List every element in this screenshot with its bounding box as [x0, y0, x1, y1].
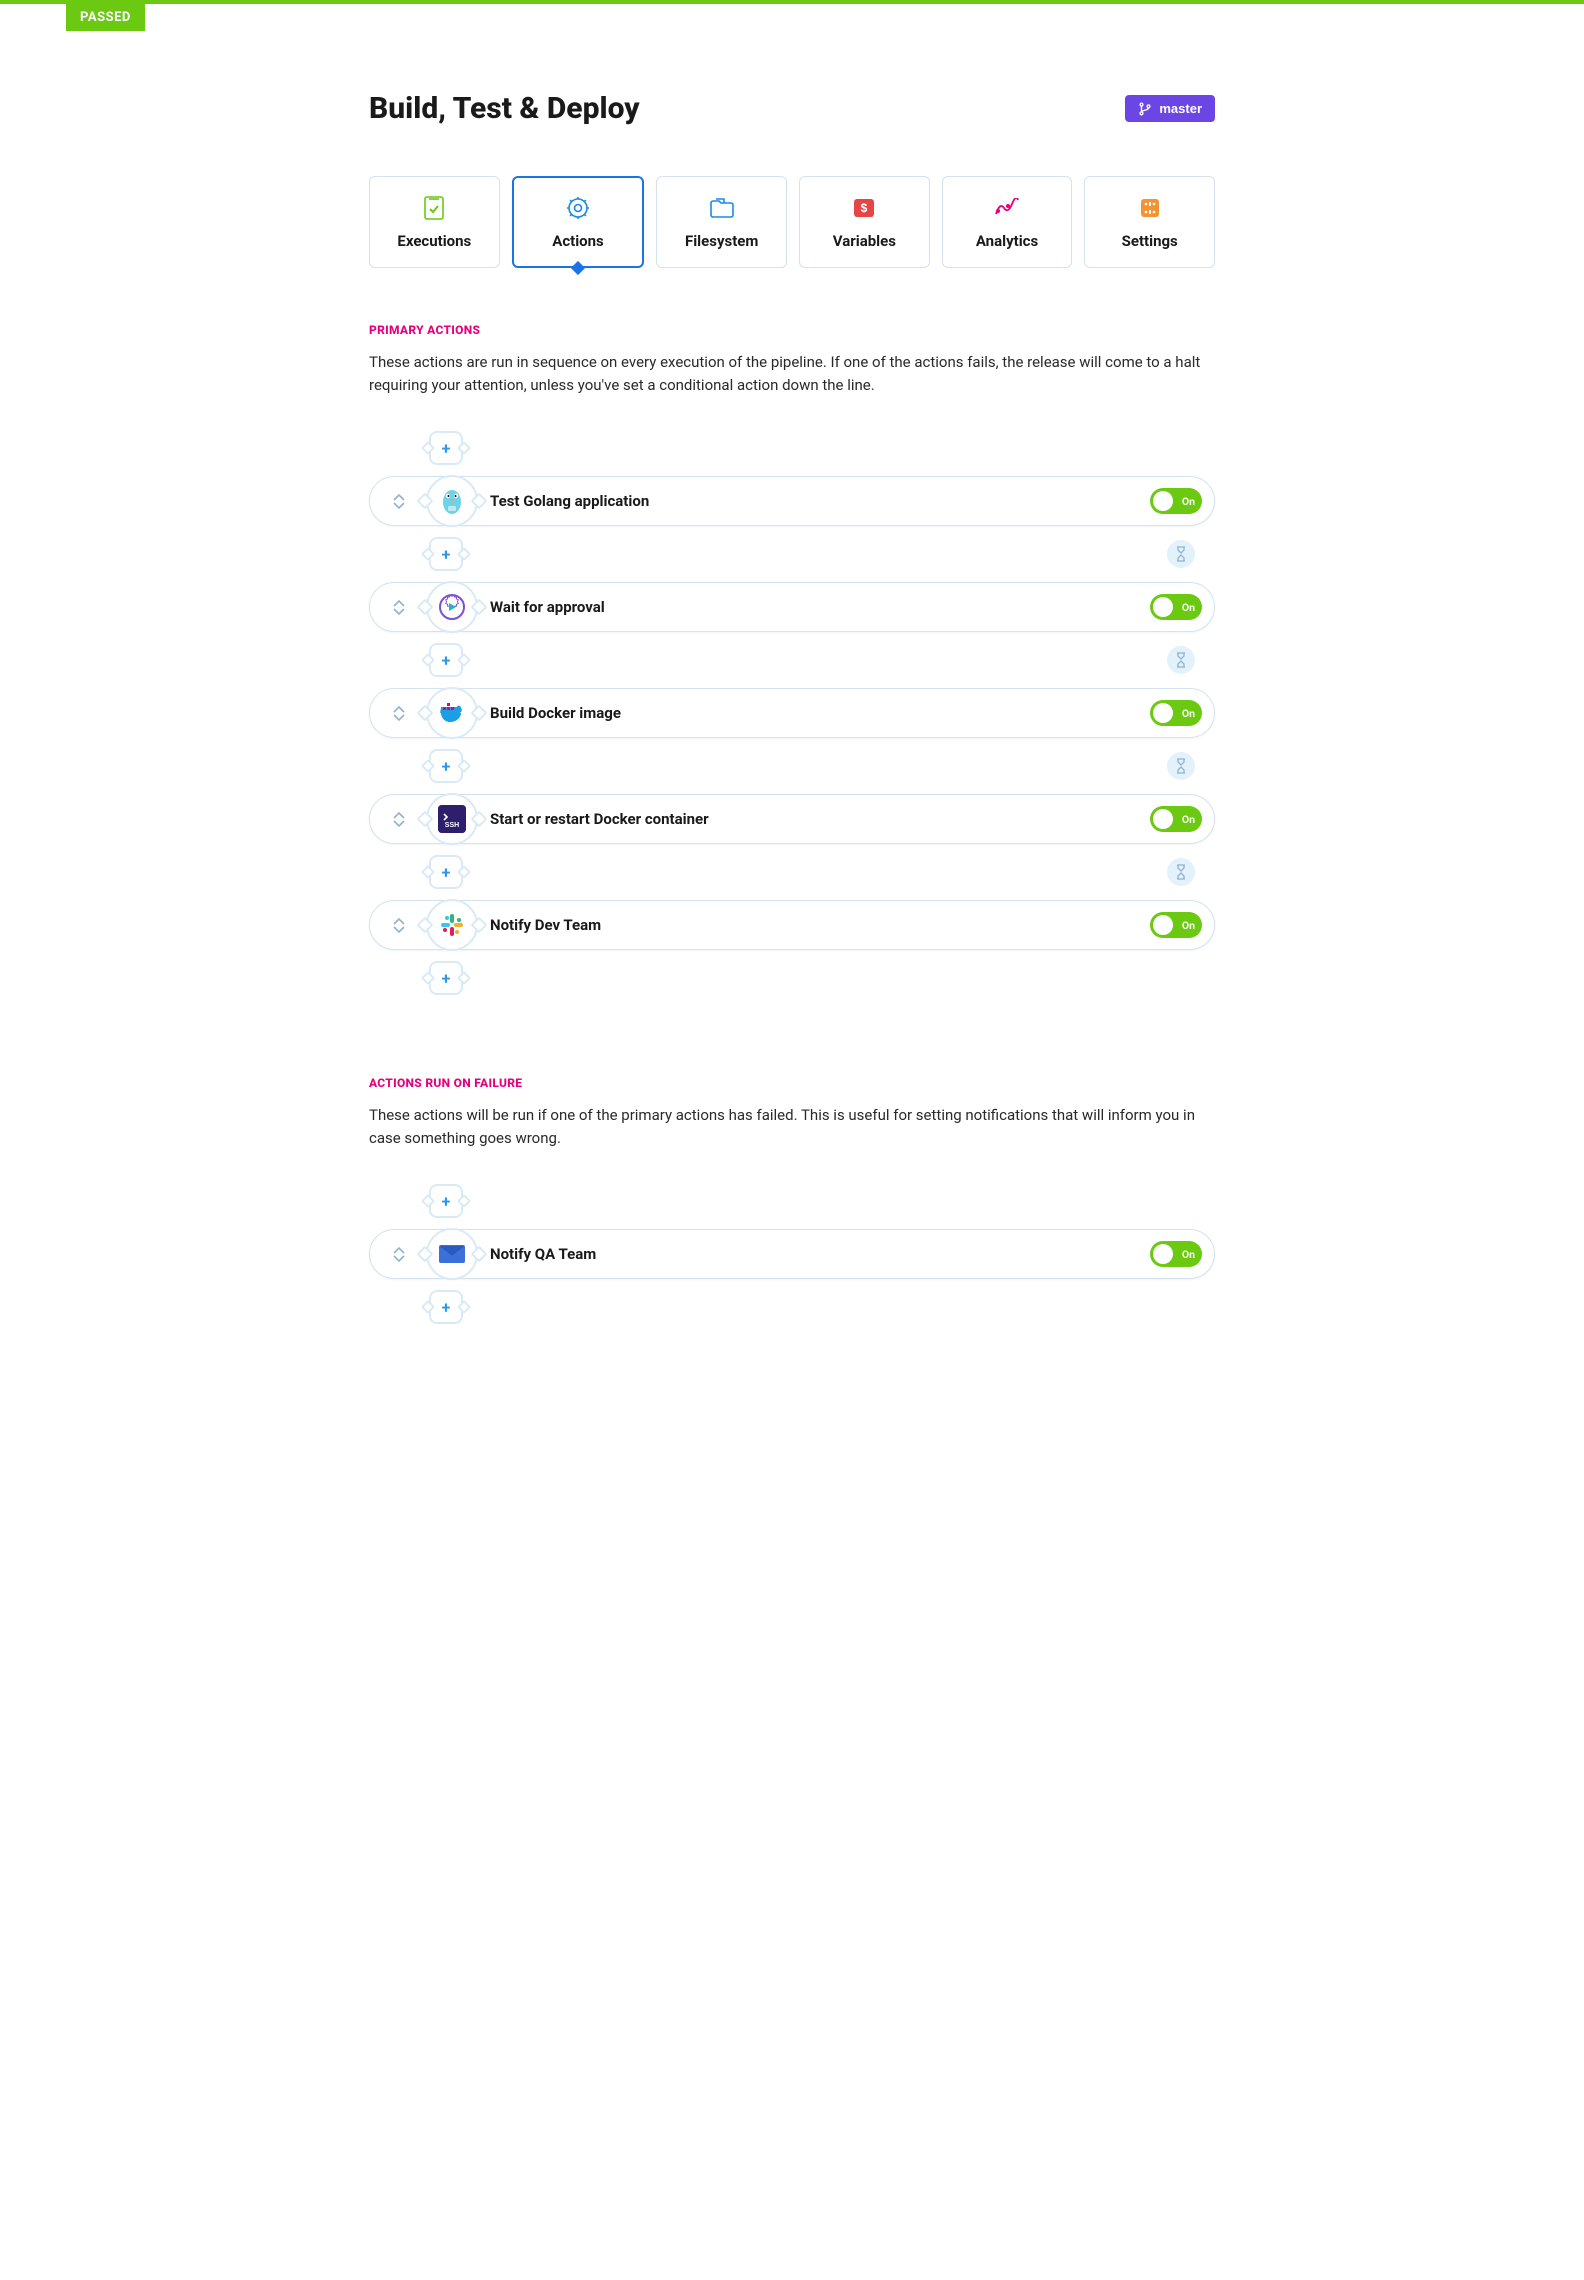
tab-label: Variables	[833, 232, 896, 250]
settings-icon	[1139, 196, 1161, 220]
primary-action-list: + Test Golang application On +	[369, 420, 1215, 1006]
action-icon-wrap	[426, 1228, 478, 1280]
email-icon	[436, 1238, 468, 1270]
filesystem-icon	[709, 196, 735, 220]
tab-filesystem[interactable]: Filesystem	[656, 176, 787, 268]
tab-executions[interactable]: Executions	[369, 176, 500, 268]
action-toggle[interactable]: On	[1150, 806, 1202, 832]
action-icon-wrap	[426, 687, 478, 739]
action-icon-wrap	[426, 581, 478, 633]
action-row[interactable]: Test Golang application On	[369, 476, 1215, 526]
actions-icon	[566, 196, 590, 220]
primary-actions-heading: PRIMARY ACTIONS	[369, 323, 1215, 337]
status-badge: PASSED	[66, 4, 145, 31]
action-label: Wait for approval	[490, 598, 1150, 616]
action-icon-wrap: SSH	[426, 793, 478, 845]
add-action-button[interactable]: +	[429, 431, 463, 465]
wait-icon	[1167, 858, 1195, 886]
action-toggle[interactable]: On	[1150, 912, 1202, 938]
approval-icon	[436, 591, 468, 623]
tab-label: Filesystem	[685, 232, 758, 250]
branch-selector[interactable]: master	[1125, 95, 1215, 122]
drag-handle[interactable]	[370, 1247, 418, 1262]
action-label: Build Docker image	[490, 704, 1150, 722]
svg-text:SSH: SSH	[445, 822, 459, 829]
tab-analytics[interactable]: Analytics	[942, 176, 1073, 268]
action-row[interactable]: Build Docker image On	[369, 688, 1215, 738]
add-action-button[interactable]: +	[429, 537, 463, 571]
svg-text:$: $	[861, 201, 868, 215]
add-action-button[interactable]: +	[429, 749, 463, 783]
drag-handle[interactable]	[370, 918, 418, 933]
tab-label: Executions	[397, 232, 471, 250]
action-row[interactable]: Wait for approval On	[369, 582, 1215, 632]
add-action-button[interactable]: +	[429, 1184, 463, 1218]
add-action-button[interactable]: +	[429, 643, 463, 677]
drag-handle[interactable]	[370, 494, 418, 509]
branch-icon	[1138, 102, 1152, 116]
wait-icon	[1167, 752, 1195, 780]
action-label: Notify QA Team	[490, 1245, 1150, 1263]
action-toggle[interactable]: On	[1150, 488, 1202, 514]
docker-icon	[436, 697, 468, 729]
action-toggle[interactable]: On	[1150, 1241, 1202, 1267]
wait-icon	[1167, 646, 1195, 674]
drag-handle[interactable]	[370, 706, 418, 721]
action-toggle[interactable]: On	[1150, 594, 1202, 620]
analytics-icon	[994, 196, 1020, 220]
slack-icon	[436, 909, 468, 941]
tab-label: Analytics	[976, 232, 1038, 250]
primary-actions-desc: These actions are run in sequence on eve…	[369, 351, 1215, 396]
action-row[interactable]: Notify Dev Team On	[369, 900, 1215, 950]
drag-handle[interactable]	[370, 812, 418, 827]
tab-settings[interactable]: Settings	[1084, 176, 1215, 268]
add-action-button[interactable]: +	[429, 961, 463, 995]
branch-name: master	[1159, 101, 1202, 116]
wait-icon	[1167, 540, 1195, 568]
tabs: Executions Actions Filesystem $ Variable…	[369, 176, 1215, 268]
action-icon-wrap	[426, 475, 478, 527]
action-row[interactable]: Notify QA Team On	[369, 1229, 1215, 1279]
golang-icon	[436, 485, 468, 517]
failure-actions-desc: These actions will be run if one of the …	[369, 1104, 1215, 1149]
tab-label: Actions	[552, 232, 604, 250]
executions-icon	[423, 196, 445, 220]
drag-handle[interactable]	[370, 600, 418, 615]
tab-variables[interactable]: $ Variables	[799, 176, 930, 268]
add-action-button[interactable]: +	[429, 855, 463, 889]
ssh-icon: SSH	[438, 805, 466, 833]
action-label: Notify Dev Team	[490, 916, 1150, 934]
action-toggle[interactable]: On	[1150, 700, 1202, 726]
top-bar	[0, 0, 1584, 4]
tab-label: Settings	[1122, 232, 1178, 250]
action-row[interactable]: SSH Start or restart Docker container On	[369, 794, 1215, 844]
action-label: Test Golang application	[490, 492, 1150, 510]
action-label: Start or restart Docker container	[490, 810, 1150, 828]
action-icon-wrap	[426, 899, 478, 951]
variables-icon: $	[852, 196, 876, 220]
page-title: Build, Test & Deploy	[369, 91, 640, 126]
add-action-button[interactable]: +	[429, 1290, 463, 1324]
failure-action-list: + Notify QA Team On +	[369, 1173, 1215, 1335]
tab-actions[interactable]: Actions	[512, 176, 645, 268]
failure-actions-heading: ACTIONS RUN ON FAILURE	[369, 1076, 1215, 1090]
